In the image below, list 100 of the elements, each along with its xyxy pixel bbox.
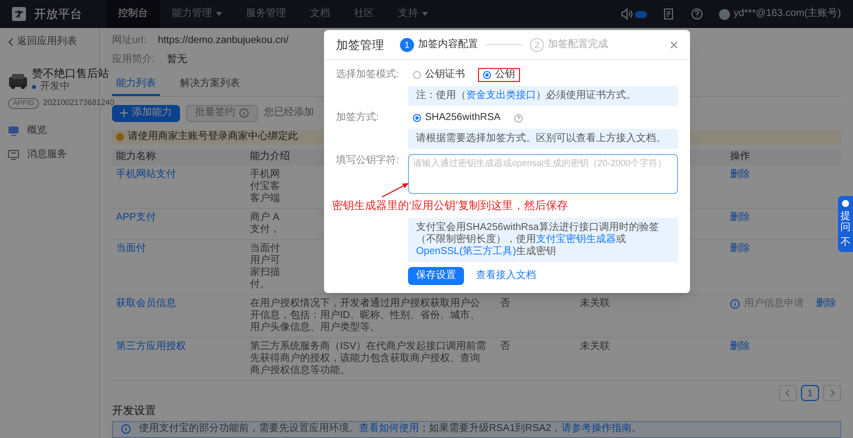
delete-link[interactable]: 删除 bbox=[730, 242, 750, 255]
link[interactable]: 请参考操作指南 bbox=[561, 423, 632, 434]
radio-option[interactable]: 公钥 bbox=[478, 68, 520, 82]
nav-tab[interactable]: 服务管理 bbox=[234, 0, 298, 28]
save-button[interactable]: 保存设置 bbox=[408, 267, 464, 285]
tab-text: 不 bbox=[840, 237, 850, 248]
tab-text: 提问 bbox=[840, 211, 850, 233]
nav-tab[interactable]: 文档 bbox=[298, 0, 342, 28]
table-cell: 否 bbox=[500, 340, 510, 353]
column-header: 能力介绍 bbox=[250, 151, 290, 164]
add-button[interactable]: 添加能力 bbox=[112, 104, 180, 122]
appid-text: 2021002173681240 bbox=[43, 97, 114, 109]
help-icon[interactable] bbox=[690, 8, 703, 20]
annotation-text: 密钥生成器里的‘应用公钥’复制到这里，然后保存 bbox=[332, 199, 568, 213]
description-text: 支付， bbox=[250, 224, 280, 236]
account-name[interactable]: yd***@163.com(主账号) bbox=[734, 8, 841, 20]
description-text: 在用户授权情况下，开发者通过用户授权获取用户公开信息，包括：用户ID、昵称、性别、省份、城市、用户头像信息、用户类型等。 bbox=[250, 298, 481, 334]
note-text: 请根据需要选择加签方式。区别可以查看上方接入文档。 bbox=[408, 129, 678, 149]
radio-option[interactable]: 公钥证书 bbox=[408, 68, 470, 82]
caret-icon bbox=[422, 12, 428, 16]
chevron-left-icon bbox=[8, 38, 13, 46]
note-text: 支付宝会用SHA256withRsa算法进行接口调用时的验签（不限制密钥长度），使用支付宝密钥生成器或 OpenSSL(第三方工具)生成密钥 bbox=[408, 218, 678, 262]
page-button[interactable]: 1 bbox=[801, 384, 819, 401]
info-icon bbox=[121, 424, 131, 434]
sidebar-item[interactable]: 消息服务 bbox=[8, 149, 91, 161]
site-title: 开放平台 bbox=[34, 8, 82, 20]
link[interactable]: 资金支出类接口 bbox=[466, 90, 536, 101]
step-label: 加签配置完成 bbox=[548, 38, 608, 50]
next-page-button[interactable] bbox=[823, 384, 841, 401]
field-value: https://demo.zanbujuekou.cn/ bbox=[158, 35, 289, 48]
nav-tab[interactable]: 支持 bbox=[386, 0, 440, 28]
notice-text: 使用支付宝的部分功能前，需要先设置应用环境。查看如何使用；如果需要升级RSA1到RSA2，请参考操作指南。 bbox=[139, 423, 642, 436]
plus-icon bbox=[120, 109, 128, 118]
nav-tab[interactable]: 社区 bbox=[342, 0, 386, 28]
description-text: 手机网 bbox=[250, 168, 280, 180]
capability-link[interactable]: 获取会员信息 bbox=[116, 298, 176, 310]
table-cell: 未关联 bbox=[580, 298, 610, 310]
tab[interactable]: 解决方案列表 bbox=[176, 74, 244, 96]
annotation-arrow bbox=[380, 182, 410, 198]
description-text: 付。 bbox=[250, 278, 270, 291]
nav-tab[interactable]: 控制台 bbox=[106, 0, 160, 28]
notice-text: 请使用商家主账号登录商家中心绑定此 bbox=[128, 131, 298, 144]
help-icon[interactable] bbox=[514, 114, 523, 122]
field-label: 应用简介: bbox=[112, 54, 155, 66]
monitor-icon bbox=[8, 126, 19, 136]
dialog-title: 加签管理 bbox=[336, 38, 384, 50]
description-text: 当面付 bbox=[250, 242, 280, 254]
step-label: 加签内容配置 bbox=[418, 38, 478, 50]
delete-link[interactable]: 删除 bbox=[730, 340, 750, 353]
app-name: 赞不绝口售后站 bbox=[32, 68, 109, 80]
info-icon bbox=[730, 298, 740, 309]
message-icon bbox=[8, 150, 19, 160]
step-number: 2 bbox=[530, 38, 544, 52]
note-text: 注：使用（资金支出类接口）必须使用证书方式。 bbox=[408, 86, 678, 106]
description-text: 付宝客 bbox=[250, 180, 280, 192]
section-title: 开发设置 bbox=[112, 404, 157, 417]
machine-icon bbox=[8, 72, 28, 90]
count-text: 您已经添加 bbox=[264, 107, 314, 120]
field-label: 填写公钥字符: bbox=[336, 154, 400, 167]
capability-link[interactable]: 手机网站支付 bbox=[116, 168, 176, 181]
feedback-tab[interactable]: 提问 不 bbox=[838, 196, 853, 252]
description-text: 第三方系统服务商（ISV）在代商户发起接口调用前需先获得商户的授权，该能力包含获取商户授权、查询商户授权信息等功能。 bbox=[250, 340, 488, 377]
document-icon[interactable] bbox=[662, 8, 675, 20]
description-text: 用户可 bbox=[250, 254, 280, 266]
table-cell: 未关联 bbox=[580, 340, 610, 353]
previous-page-button[interactable] bbox=[779, 384, 797, 401]
field-label: 网址url: bbox=[112, 35, 146, 48]
capability-link[interactable]: APP支付 bbox=[116, 212, 156, 224]
speaker-icon[interactable] bbox=[620, 8, 633, 20]
back-link[interactable]: 返回应用列表 bbox=[8, 36, 91, 48]
tab[interactable]: 能力列表 bbox=[112, 74, 160, 96]
capability-link[interactable]: 当面付 bbox=[116, 242, 146, 255]
delete-link[interactable]: 删除 bbox=[730, 212, 750, 224]
table-cell: 否 bbox=[500, 298, 510, 310]
caret-icon bbox=[216, 12, 222, 16]
avatar-icon bbox=[718, 8, 730, 20]
field-label: 加签方式: bbox=[336, 111, 380, 124]
close-icon[interactable] bbox=[670, 40, 678, 48]
link[interactable]: 查看如何使用 bbox=[359, 423, 419, 434]
description-text: 家扫描 bbox=[250, 266, 280, 279]
field-label: 选择加签模式: bbox=[336, 68, 400, 81]
description-text: 商户 A bbox=[250, 212, 280, 224]
sidebar-item[interactable]: 概览 bbox=[8, 125, 91, 137]
warning-icon bbox=[116, 133, 124, 142]
delete-link[interactable]: 删除 bbox=[730, 168, 750, 181]
key-input-field[interactable]: 请输入通过密钥生成器或opensal生成的密钥（20-2000个字符） bbox=[408, 154, 678, 194]
capability-link[interactable]: 第三方应用授权 bbox=[116, 340, 186, 353]
column-header: 操作 bbox=[730, 151, 750, 164]
radio-option[interactable]: SHA256withRSA bbox=[408, 111, 506, 125]
step-number: 1 bbox=[400, 38, 414, 52]
column-header: 能力名称 bbox=[116, 151, 156, 164]
link[interactable]: 支付宝密钥生成器 bbox=[536, 234, 616, 245]
description-text: 客户端 bbox=[250, 192, 280, 205]
link[interactable]: OpenSSL(第三方工具) bbox=[416, 246, 516, 257]
delete-link[interactable]: 删除 bbox=[816, 298, 836, 310]
info-icon bbox=[239, 108, 249, 118]
logo-icon bbox=[12, 7, 26, 21]
nav-tab[interactable]: 能力管理 bbox=[160, 0, 234, 28]
doc-link[interactable]: 查看接入文档 bbox=[476, 270, 536, 282]
app-status: 开发中 bbox=[40, 81, 70, 93]
